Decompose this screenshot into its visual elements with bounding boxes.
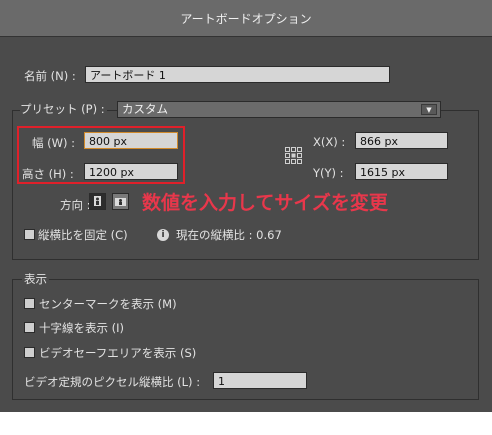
cross-hairs-label: 十字線を表示 (I) [39, 321, 125, 335]
orientation-label: 方向 : [60, 198, 91, 212]
height-label: 高さ (H) : [22, 167, 74, 181]
pixel-aspect-ratio-label: ビデオ定規のピクセル縦横比 (L) : [24, 375, 201, 389]
pixel-aspect-ratio-input[interactable]: 1 [213, 372, 307, 389]
name-input[interactable]: アートボード 1 [85, 66, 390, 83]
portrait-orientation-icon[interactable] [89, 193, 106, 210]
width-label: 幅 (W) : [32, 136, 76, 150]
current-aspect-ratio: 現在の縦横比 : 0.67 [176, 228, 282, 242]
display-group-title: 表示 [22, 271, 49, 287]
preset-select-value: カスタム [122, 102, 168, 116]
x-input[interactable]: 866 px [355, 132, 448, 149]
video-safe-label: ビデオセーフエリアを表示 (S) [39, 346, 197, 360]
preset-select[interactable]: カスタム ▼ [117, 101, 441, 118]
x-label: X(X) : [313, 135, 346, 149]
landscape-orientation-icon[interactable] [112, 193, 129, 210]
cross-hairs-checkbox[interactable] [24, 322, 35, 333]
annotation-text: 数値を入力してサイズを変更 [142, 192, 388, 214]
y-input[interactable]: 1615 px [355, 163, 448, 180]
reference-point-icon[interactable] [285, 147, 303, 165]
info-icon: i [157, 229, 169, 241]
name-label: 名前 (N) : [24, 69, 76, 83]
y-label: Y(Y) : [313, 166, 344, 180]
constrain-proportions-label: 縦横比を固定 (C) [38, 228, 128, 242]
dialog-titlebar[interactable]: アートボードオプション [0, 0, 492, 37]
center-mark-checkbox[interactable] [24, 298, 35, 309]
artboard-options-dialog: アートボードオプション 名前 (N) : アートボード 1 プリセット (P) … [0, 0, 492, 412]
center-mark-label: センターマークを表示 (M) [39, 297, 177, 311]
preset-label: プリセット (P) : [20, 101, 107, 117]
dialog-title: アートボードオプション [180, 12, 312, 26]
constrain-proportions-checkbox[interactable] [24, 229, 35, 240]
dropdown-arrow-icon: ▼ [421, 104, 437, 115]
width-input[interactable]: 800 px [84, 132, 178, 149]
height-input[interactable]: 1200 px [84, 163, 178, 180]
video-safe-checkbox[interactable] [24, 347, 35, 358]
